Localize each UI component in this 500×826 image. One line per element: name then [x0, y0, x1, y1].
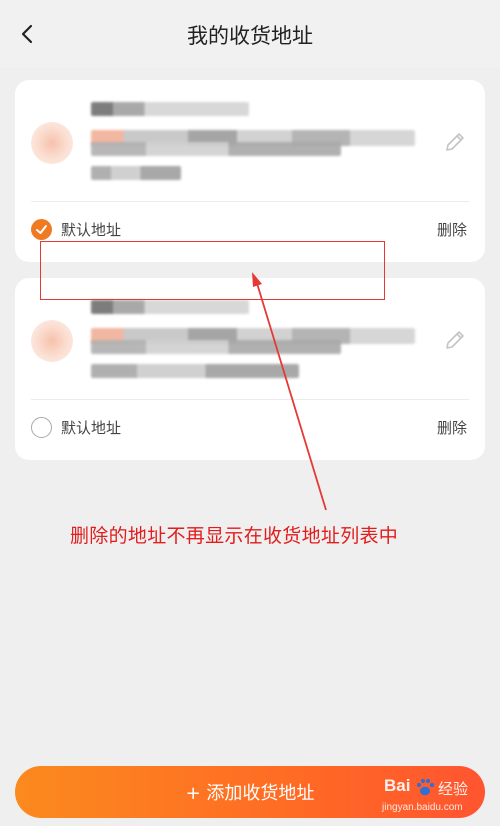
address-card[interactable]: 默认地址 删除	[15, 278, 485, 460]
recipient-name-blurred	[91, 102, 249, 116]
default-address-label: 默认地址	[61, 418, 122, 437]
delete-button[interactable]: 删除	[437, 417, 467, 438]
recipient-name-blurred	[91, 300, 249, 314]
top-bar: 我的收货地址	[0, 0, 500, 68]
avatar	[31, 320, 73, 362]
page-title: 我的收货地址	[187, 24, 313, 48]
annotation-text: 删除的地址不再显示在收货地址列表中	[70, 525, 399, 547]
address-line-blurred	[91, 142, 341, 156]
edit-address-button[interactable]	[443, 130, 467, 154]
pencil-icon	[446, 331, 464, 349]
address-line-blurred	[91, 364, 299, 378]
unchecked-circle-icon	[31, 416, 52, 438]
edit-address-button[interactable]	[443, 328, 467, 352]
divider	[31, 201, 469, 202]
divider	[31, 399, 469, 400]
checked-circle-icon	[31, 218, 52, 240]
set-default-toggle[interactable]: 默认地址	[31, 415, 121, 439]
set-default-toggle[interactable]: 默认地址	[31, 217, 121, 241]
default-address-label: 默认地址	[61, 220, 122, 239]
delete-button[interactable]: 删除	[437, 219, 467, 240]
add-address-button[interactable]: + 添加收货地址	[15, 766, 485, 818]
address-line-blurred	[91, 166, 181, 180]
address-line-blurred	[91, 340, 341, 354]
add-address-label: + 添加收货地址	[185, 783, 315, 804]
pencil-icon	[446, 133, 464, 151]
address-card[interactable]: 默认地址 删除	[15, 80, 485, 262]
avatar	[31, 122, 73, 164]
highlight-box	[40, 241, 385, 300]
